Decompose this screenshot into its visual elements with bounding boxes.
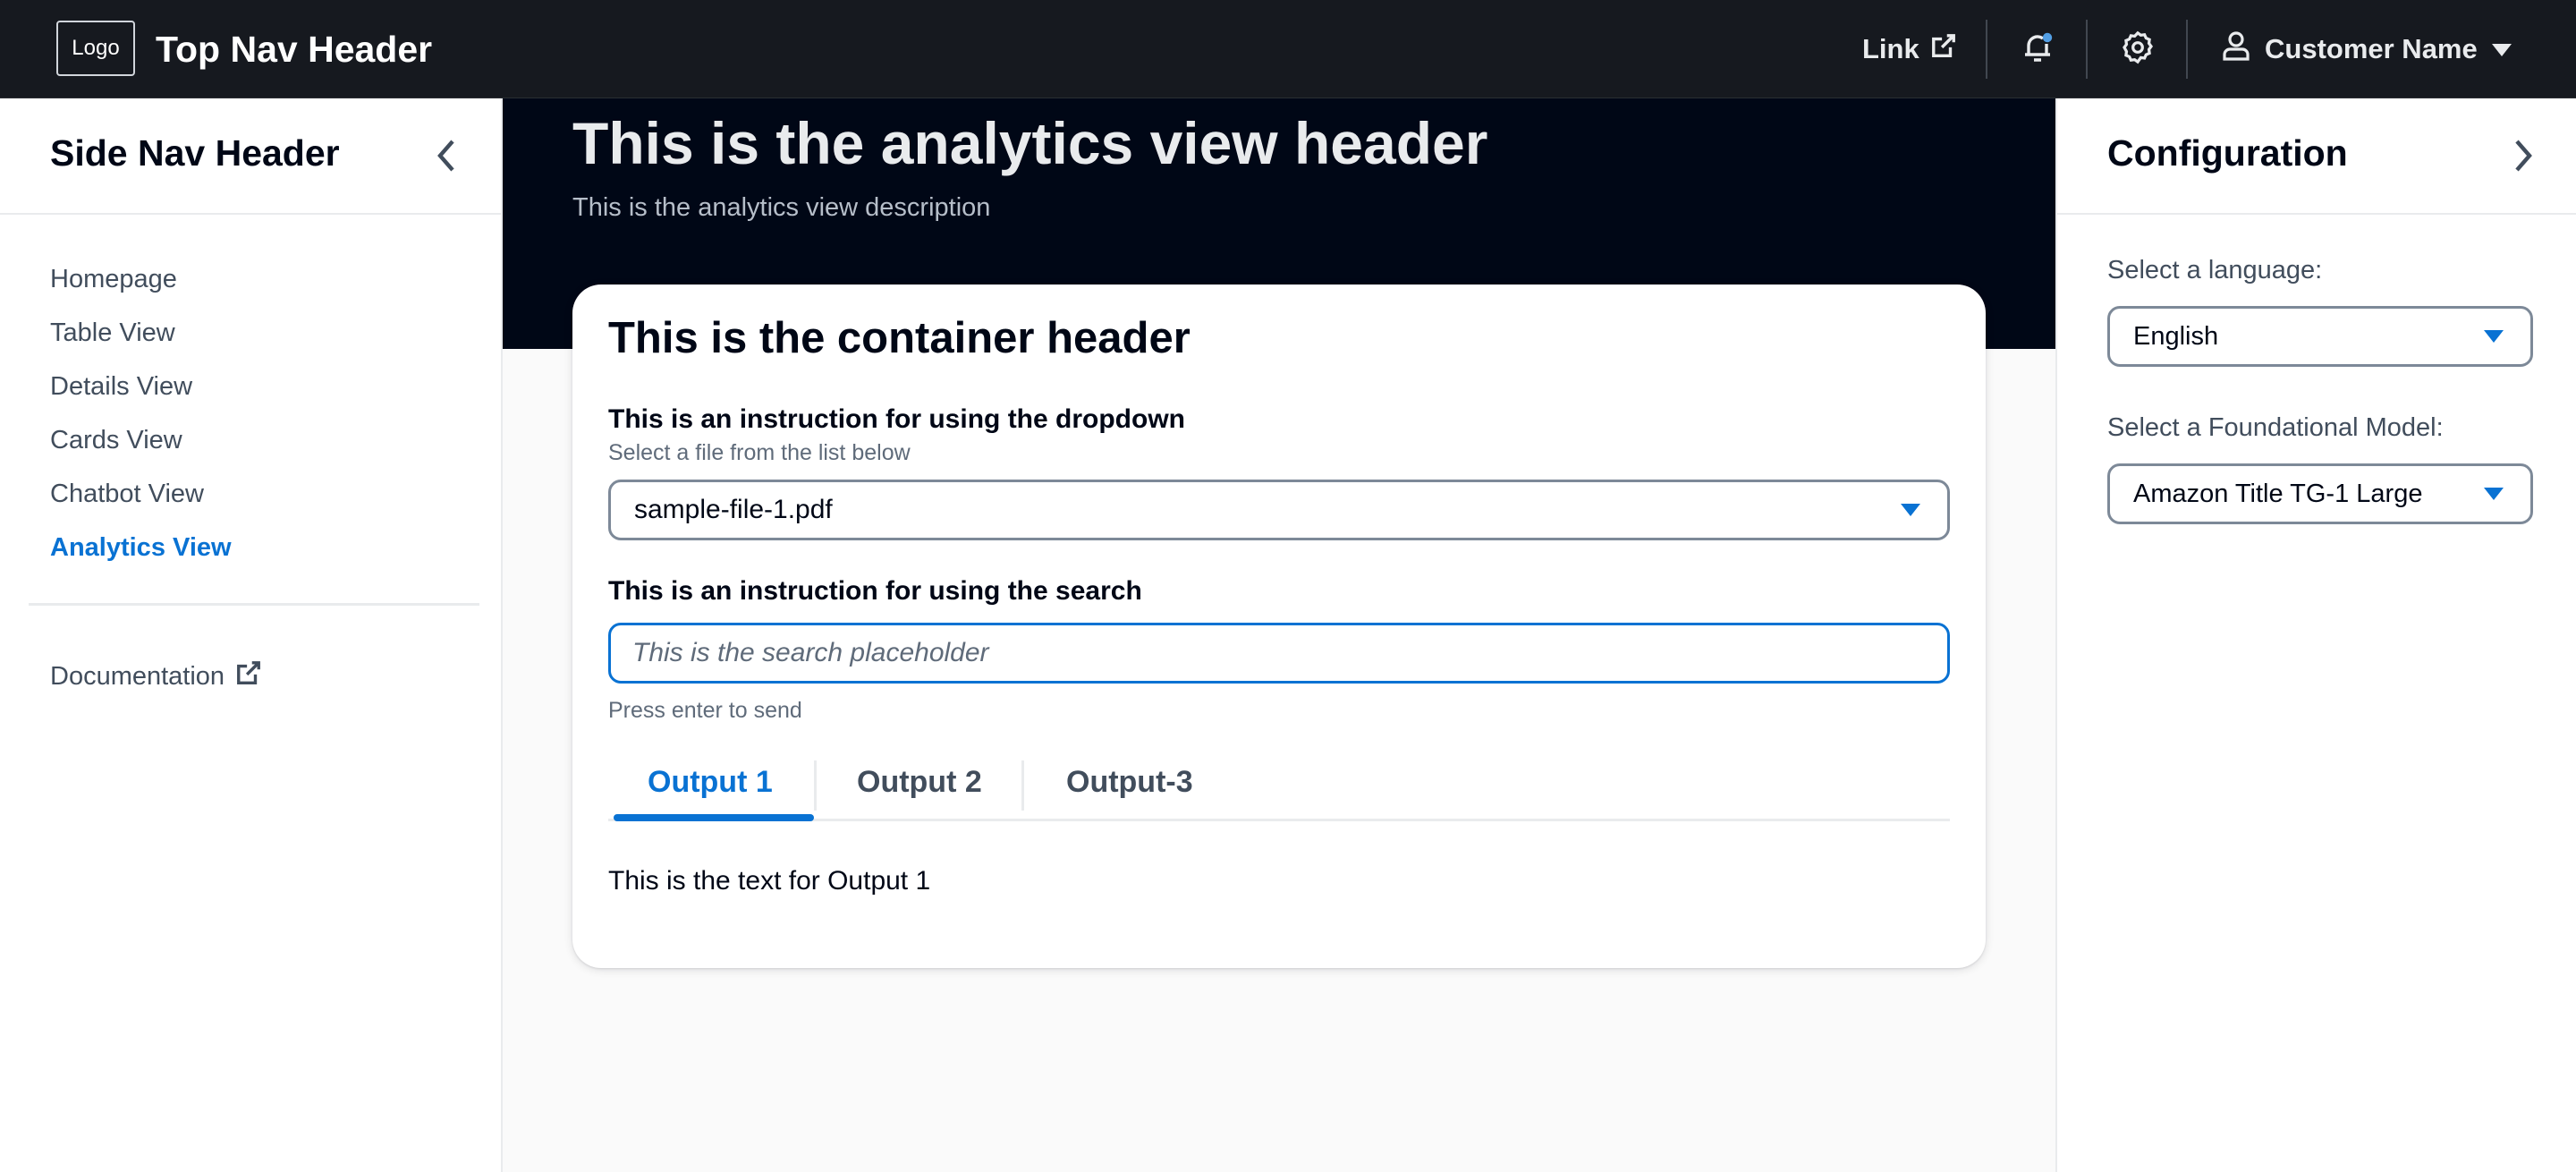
model-value: Amazon Title TG-1 Large — [2133, 479, 2423, 508]
dropdown-instruction: This is an instruction for using the dro… — [608, 404, 1185, 434]
tab-panel-text: This is the text for Output 1 — [608, 866, 931, 896]
user-name: Customer Name — [2265, 33, 2478, 64]
side-nav-item-table-view[interactable]: Table View — [50, 306, 232, 360]
container-header: This is the container header — [608, 314, 1191, 362]
caret-down-icon — [2484, 330, 2504, 343]
content-container: This is the container header This is an … — [572, 285, 1986, 968]
side-nav-list: Homepage Table View Details View Cards V… — [50, 252, 232, 574]
search-hint: Press enter to send — [608, 698, 802, 723]
top-navigation: Logo Top Nav Header Link Customer Name — [0, 0, 2576, 98]
language-value: English — [2133, 321, 2219, 351]
collapse-side-nav-button[interactable] — [429, 136, 465, 175]
notifications-button[interactable] — [2018, 30, 2057, 69]
top-nav-separator — [1986, 20, 1987, 79]
configuration-header: Configuration — [2057, 98, 2576, 215]
language-select[interactable]: English — [2107, 306, 2533, 367]
tab-output-1[interactable]: Output 1 — [648, 746, 773, 818]
dropdown-description: Select a file from the list below — [608, 440, 911, 465]
user-menu[interactable]: Customer Name — [2222, 30, 2512, 69]
side-navigation: Side Nav Header Homepage Table View Deta… — [0, 98, 503, 1172]
file-select-value: sample-file-1.pdf — [634, 495, 833, 524]
side-nav-header: Side Nav Header — [0, 98, 501, 215]
top-nav-title[interactable]: Top Nav Header — [156, 27, 432, 72]
close-configuration-button[interactable] — [2504, 136, 2540, 175]
documentation-link[interactable]: Documentation — [50, 650, 262, 703]
model-label: Select a Foundational Model: — [2107, 413, 2444, 442]
caret-down-icon — [2491, 33, 2512, 65]
configuration-title: Configuration — [2107, 132, 2348, 174]
settings-button[interactable] — [2118, 30, 2157, 69]
caret-down-icon — [1901, 504, 1920, 516]
side-nav-divider — [29, 603, 479, 606]
side-nav-item-cards-view[interactable]: Cards View — [50, 413, 232, 467]
page-title: This is the analytics view header — [572, 110, 1488, 176]
external-link-icon — [1930, 32, 1957, 66]
top-nav-link[interactable]: Link — [1862, 30, 1957, 69]
top-nav-separator — [2086, 20, 2088, 79]
tab-output-3[interactable]: Output-3 — [1066, 746, 1193, 818]
main-content: This is the analytics view header This i… — [503, 98, 2055, 1172]
tab-separator — [1021, 760, 1024, 811]
page-description: This is the analytics view description — [572, 193, 991, 222]
search-input[interactable] — [608, 623, 1950, 684]
logo[interactable]: Logo — [56, 21, 135, 76]
tab-separator — [814, 760, 817, 811]
top-nav-separator — [2186, 20, 2188, 79]
active-tab-indicator — [614, 814, 814, 821]
output-tabs: Output 1 Output 2 Output-3 — [608, 746, 1950, 821]
file-select-dropdown[interactable]: sample-file-1.pdf — [608, 480, 1950, 540]
external-link-icon — [235, 659, 262, 693]
side-nav-title[interactable]: Side Nav Header — [50, 132, 340, 174]
side-nav-item-homepage[interactable]: Homepage — [50, 252, 232, 306]
configuration-panel: Configuration Select a language: English… — [2055, 98, 2576, 1172]
user-icon — [2222, 30, 2250, 68]
tab-output-2[interactable]: Output 2 — [857, 746, 982, 818]
model-select[interactable]: Amazon Title TG-1 Large — [2107, 463, 2533, 524]
gear-icon — [2121, 30, 2155, 69]
side-nav-item-chatbot-view[interactable]: Chatbot View — [50, 467, 232, 521]
language-label: Select a language: — [2107, 256, 2323, 285]
caret-down-icon — [2484, 488, 2504, 500]
chevron-left-icon — [429, 140, 465, 179]
bell-icon — [2020, 30, 2055, 70]
side-nav-item-details-view[interactable]: Details View — [50, 360, 232, 413]
search-instruction: This is an instruction for using the sea… — [608, 576, 1142, 606]
chevron-right-icon — [2504, 140, 2540, 179]
documentation-label: Documentation — [50, 661, 225, 691]
side-nav-item-analytics-view[interactable]: Analytics View — [50, 521, 232, 574]
top-nav-link-label: Link — [1862, 33, 1919, 64]
